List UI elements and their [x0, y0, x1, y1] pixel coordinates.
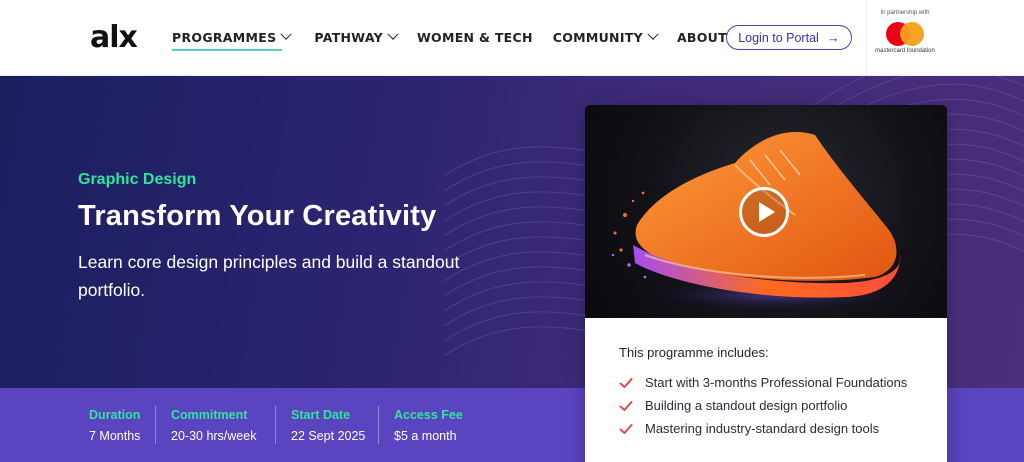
- nav-label: COMMUNITY: [552, 29, 643, 45]
- stat-label: Commitment: [171, 408, 248, 422]
- stat-label: Access Fee: [394, 408, 463, 422]
- list-item-text: Mastering industry-standard design tools: [645, 421, 880, 436]
- stat-value: 7 Months: [89, 429, 141, 443]
- list-item: Building a standout design portfolio: [619, 396, 919, 416]
- login-label: Login to Portal: [738, 30, 819, 45]
- stat-label: Start Date: [291, 408, 351, 422]
- nav-community[interactable]: COMMUNITY: [552, 28, 659, 46]
- nav-programmes[interactable]: PROGRAMMES: [172, 28, 293, 51]
- nav-label: WOMEN & TECH: [416, 29, 533, 45]
- stat-divider: [275, 406, 276, 444]
- hero-title: Transform Your Creativity: [78, 200, 437, 232]
- nav-pathway[interactable]: PATHWAY: [314, 28, 399, 46]
- stat-divider: [378, 406, 379, 444]
- includes-list: Start with 3-months Professional Foundat…: [619, 373, 919, 442]
- nav-label: PROGRAMMES: [172, 29, 277, 45]
- list-item-text: Start with 3-months Professional Foundat…: [645, 375, 908, 390]
- stat-duration: Duration 7 Months: [89, 408, 140, 443]
- programme-card: This programme includes: Start with 3-mo…: [585, 105, 947, 462]
- chevron-down-icon: [387, 28, 399, 40]
- checkmark-icon: [619, 401, 633, 411]
- play-icon: [758, 202, 775, 222]
- list-item-text: Building a standout design portfolio: [645, 398, 848, 413]
- programme-category: Graphic Design: [78, 171, 197, 188]
- arrow-right-icon: →: [826, 30, 840, 45]
- partner-badge[interactable]: In partnership with mastercard foundatio…: [870, 10, 940, 55]
- list-item: Start with 3-months Professional Foundat…: [619, 373, 919, 393]
- partner-label: In partnership with: [880, 10, 930, 16]
- hero-subtitle: Learn core design principles and build a…: [78, 252, 460, 300]
- stat-value: 22 Sept 2025: [291, 429, 366, 443]
- stat-label: Duration: [89, 408, 141, 422]
- list-item: Mastering industry-standard design tools: [619, 419, 919, 439]
- play-video-button[interactable]: [739, 187, 789, 237]
- checkmark-icon: [619, 424, 633, 434]
- stat-divider: [155, 406, 156, 444]
- stat-value: $5 a month: [394, 429, 457, 443]
- checkmark-icon: [619, 378, 633, 388]
- nav-label: PATHWAY: [314, 29, 383, 45]
- chevron-down-icon: [647, 28, 659, 40]
- nav-women-tech[interactable]: WOMEN & TECH: [417, 28, 533, 46]
- includes-title: This programme includes:: [619, 345, 769, 360]
- chevron-down-icon: [280, 28, 293, 40]
- divider: [866, 0, 867, 76]
- login-to-portal-button[interactable]: Login to Portal →: [726, 25, 852, 50]
- stat-commitment: Commitment 20-30 hrs/week: [171, 408, 256, 443]
- stat-value: 20-30 hrs/week: [171, 429, 257, 443]
- alx-logo[interactable]: alx: [90, 20, 138, 56]
- video-thumbnail[interactable]: [585, 105, 947, 318]
- stat-access-fee: Access Fee $5 a month: [394, 408, 463, 443]
- main-nav: PROGRAMMES PATHWAY WOMEN & TECH COMMUNIT…: [172, 28, 776, 51]
- partner-name: mastercard foundation: [875, 48, 935, 54]
- mastercard-logo-icon: [886, 22, 924, 46]
- stat-start-date: Start Date 22 Sept 2025: [291, 408, 365, 443]
- site-header: alx PROGRAMMES PATHWAY WOMEN & TECH COMM…: [0, 0, 1024, 76]
